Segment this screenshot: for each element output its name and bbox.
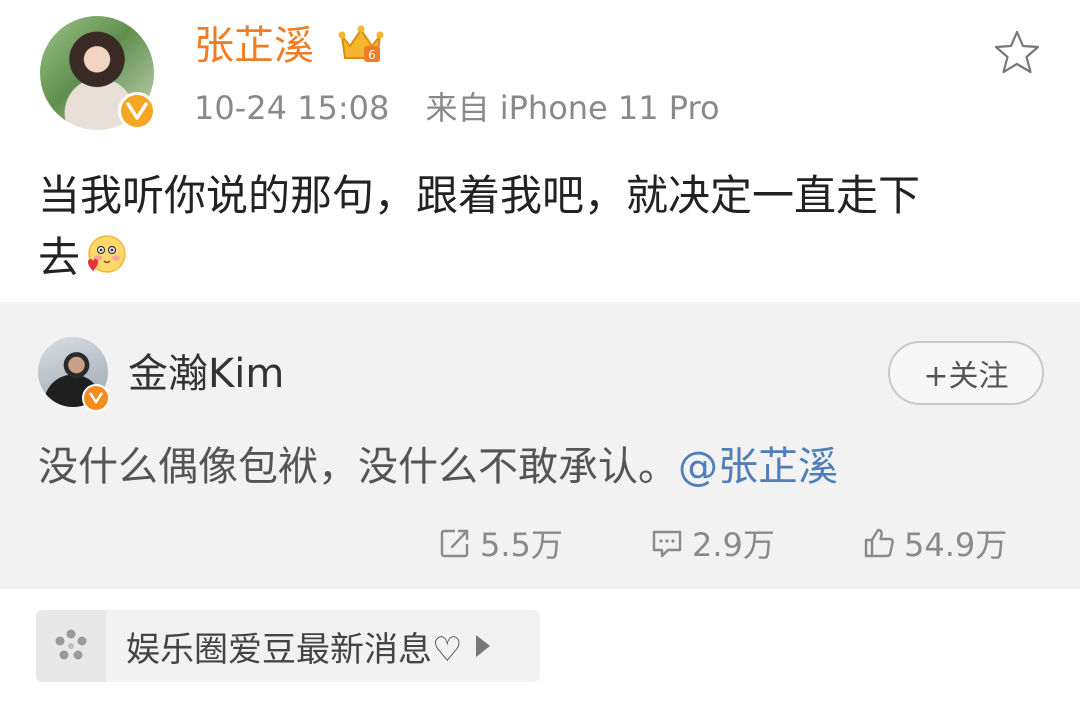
follow-button[interactable]: +关注	[888, 341, 1044, 405]
post-timestamp: 10-24 15:08	[194, 89, 390, 127]
topic-icon-container	[36, 610, 106, 682]
author-name[interactable]: 张芷溪	[194, 22, 314, 70]
verified-badge-icon	[118, 92, 156, 130]
comment-action[interactable]: 2.9万	[650, 520, 775, 566]
post-meta: 10-24 15:08 来自 iPhone 11 Pro	[194, 88, 720, 128]
member-crown-icon: 6	[338, 25, 384, 62]
comment-icon	[652, 530, 682, 558]
verified-badge-icon	[82, 384, 110, 412]
comment-count: 2.9万	[692, 526, 775, 564]
thumbs-up-icon	[864, 528, 894, 558]
like-count: 54.9万	[904, 526, 1008, 564]
original-author-name[interactable]: 金瀚Kim	[128, 350, 284, 398]
original-text: 没什么偶像包袱，没什么不敢承认。	[38, 444, 678, 490]
repost-count: 5.5万	[480, 526, 563, 564]
post-content: 当我听你说的那句，跟着我吧，就决定一直走下 去	[38, 165, 1048, 289]
favorite-star-icon[interactable]	[992, 28, 1042, 78]
repost-action[interactable]: 5.5万	[438, 520, 563, 566]
blush-love-emoji-icon	[88, 235, 126, 273]
post-content-line1: 当我听你说的那句，跟着我吧，就决定一直走下	[38, 171, 921, 220]
post-source: 来自 iPhone 11 Pro	[425, 89, 720, 127]
svg-text:6: 6	[368, 48, 376, 62]
play-arrow-icon	[476, 635, 491, 657]
repost-icon	[440, 529, 469, 558]
mention-link[interactable]: @张芷溪	[678, 444, 838, 490]
post-content-line2: 去	[38, 233, 81, 282]
topic-label: 娱乐圈爱豆最新消息♡	[126, 629, 463, 670]
topic-flower-icon	[55, 629, 87, 660]
like-action[interactable]: 54.9万	[862, 520, 1007, 566]
original-post-text: 没什么偶像包袱，没什么不敢承认。@张芷溪	[38, 440, 838, 494]
topic-tag[interactable]: 娱乐圈爱豆最新消息♡	[36, 610, 540, 682]
